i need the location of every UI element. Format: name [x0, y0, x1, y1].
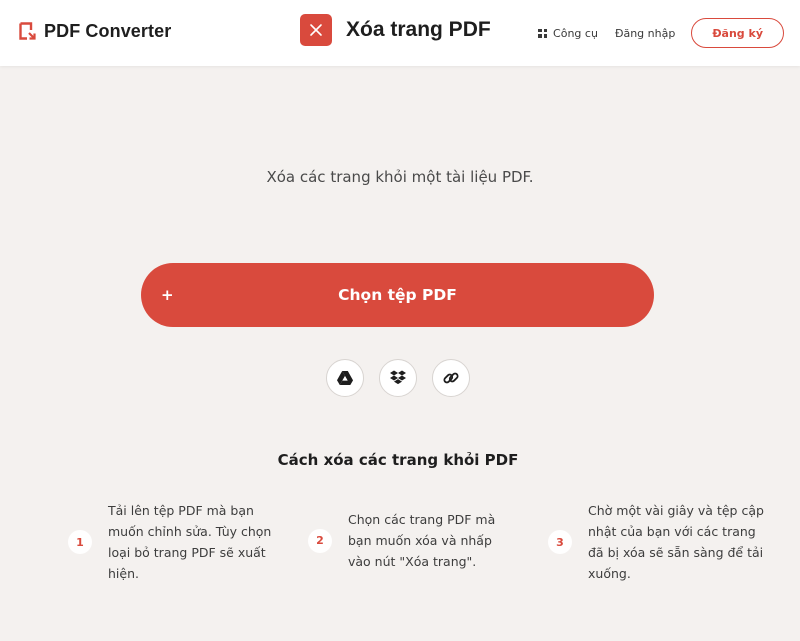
pdf-converter-logo-icon: [19, 22, 36, 40]
signup-button-label: Đăng ký: [712, 26, 763, 40]
login-link[interactable]: Đăng nhập: [615, 27, 675, 40]
step-number: 2: [308, 528, 332, 553]
google-drive-button[interactable]: [326, 359, 364, 397]
choose-pdf-button[interactable]: + Chọn tệp PDF: [141, 263, 654, 327]
google-drive-icon: [337, 371, 353, 385]
choose-pdf-label: Chọn tệp PDF: [338, 286, 457, 304]
signup-button[interactable]: Đăng ký: [691, 18, 784, 48]
how-to-step: 2 Chọn các trang PDF mà bạn muốn xóa và …: [308, 509, 548, 572]
logo-text: PDF Converter: [44, 20, 172, 41]
page-subtitle: Xóa các trang khỏi một tài liệu PDF.: [266, 168, 534, 186]
how-to-step: 3 Chờ một vài giây và tệp cập nhật của b…: [548, 500, 788, 584]
tools-menu-label: Công cụ: [553, 26, 598, 40]
header-nav: Công cụ Đăng nhập Đăng ký: [538, 18, 784, 48]
page-title: Xóa trang PDF: [346, 18, 491, 41]
upload-sources: [0, 359, 800, 397]
close-x-icon: [310, 24, 322, 36]
step-number: 1: [68, 530, 92, 554]
step-text: Chờ một vài giây và tệp cập nhật của bạn…: [588, 503, 764, 581]
dropbox-button[interactable]: [379, 359, 417, 397]
how-to-step: 1 Tải lên tệp PDF mà bạn muốn chỉnh sửa.…: [68, 500, 308, 584]
tool-badge: [300, 14, 332, 46]
tools-menu-button[interactable]: Công cụ: [538, 27, 598, 40]
step-text: Tải lên tệp PDF mà bạn muốn chỉnh sửa. T…: [108, 503, 272, 581]
how-to-title: Cách xóa các trang khỏi PDF: [277, 451, 519, 469]
logo-link[interactable]: PDF Converter: [18, 18, 171, 44]
top-header: PDF Converter Xóa trang PDF Công cụ Đăng…: [0, 0, 800, 66]
plus-icon: +: [161, 286, 174, 304]
step-text: Chọn các trang PDF mà bạn muốn xóa và nh…: [348, 512, 496, 569]
step-number: 3: [548, 530, 572, 554]
link-url-button[interactable]: [432, 359, 470, 397]
dropbox-icon: [390, 370, 406, 385]
link-icon: [443, 372, 459, 384]
tool-title: Xóa trang PDF: [300, 14, 491, 46]
grid-icon: [538, 28, 548, 38]
